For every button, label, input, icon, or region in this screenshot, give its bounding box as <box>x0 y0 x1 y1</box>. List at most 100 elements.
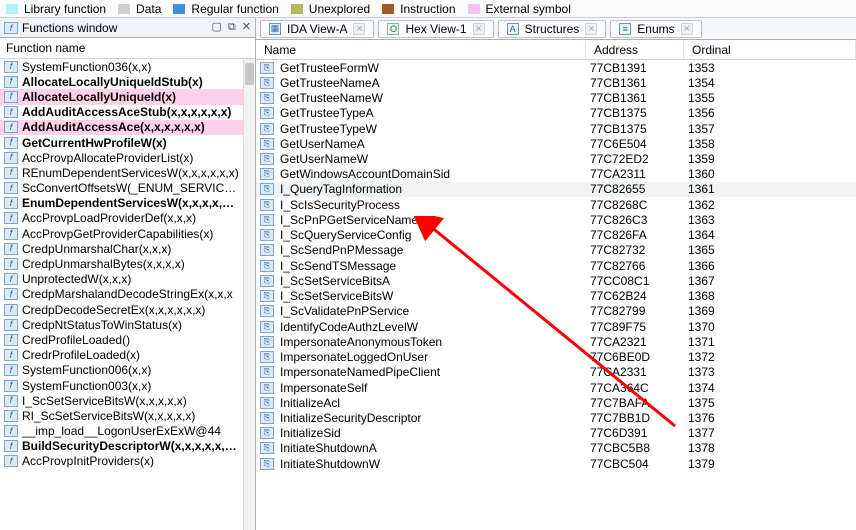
scrollbar-thumb[interactable] <box>245 63 254 85</box>
export-row[interactable]: ⎘GetTrusteeTypeW77CB13751357 <box>256 121 856 136</box>
function-row[interactable]: fCredpNtStatusToWinStatus(x) <box>0 317 255 332</box>
export-address: 77CB1361 <box>590 76 688 90</box>
export-name: IdentifyCodeAuthzLevelW <box>280 320 590 334</box>
function-row[interactable]: fCredpUnmarshalChar(x,x,x) <box>0 241 255 256</box>
export-row[interactable]: ⎘I_ScValidatePnPService77C827991369 <box>256 304 856 319</box>
tab-close-icon[interactable]: × <box>681 23 693 35</box>
export-row[interactable]: ⎘I_QueryTagInformation77C826551361 <box>256 182 856 197</box>
tab-close-icon[interactable]: × <box>585 23 597 35</box>
struct-icon: A <box>507 23 519 35</box>
func-icon: f <box>4 258 18 270</box>
export-icon: ⎘ <box>260 92 274 104</box>
export-ordinal: 1363 <box>688 213 856 227</box>
function-name: CredpUnmarshalChar(x,x,x) <box>22 242 171 256</box>
functions-column-header[interactable]: Function name <box>0 38 255 59</box>
function-row[interactable]: fUnprotectedW(x,x,x) <box>0 272 255 287</box>
tab-close-icon[interactable]: × <box>473 23 485 35</box>
export-row[interactable]: ⎘GetUserNameA77C6E5041358 <box>256 136 856 151</box>
export-row[interactable]: ⎘I_ScSendPnPMessage77C827321365 <box>256 243 856 258</box>
function-row[interactable]: f__imp_load__LogonUserExExW@44 <box>0 424 255 439</box>
function-row[interactable]: fAccProvpGetProviderCapabilities(x) <box>0 226 255 241</box>
function-row[interactable]: fAllocateLocallyUniqueId(x) <box>0 89 255 104</box>
export-row[interactable]: ⎘InitializeAcl77C7BAFA1375 <box>256 395 856 410</box>
export-row[interactable]: ⎘ImpersonateAnonymousToken77CA23211371 <box>256 334 856 349</box>
export-row[interactable]: ⎘InitializeSecurityDescriptor77C7BB1D137… <box>256 410 856 425</box>
export-row[interactable]: ⎘I_ScSetServiceBitsW77C62B241368 <box>256 289 856 304</box>
export-icon: ⎘ <box>260 107 274 119</box>
tab-struct[interactable]: AStructures× <box>498 20 607 38</box>
func-icon: f <box>4 395 18 407</box>
export-row[interactable]: ⎘I_ScIsSecurityProcess77C8268C1362 <box>256 197 856 212</box>
export-row[interactable]: ⎘GetUserNameW77C72ED21359 <box>256 151 856 166</box>
export-icon: ⎘ <box>260 321 274 333</box>
func-icon: f <box>4 304 18 316</box>
export-row[interactable]: ⎘I_ScSetServiceBitsA77CC08C11367 <box>256 273 856 288</box>
export-row[interactable]: ⎘IdentifyCodeAuthzLevelW77C89F751370 <box>256 319 856 334</box>
functions-list[interactable]: fSystemFunction036(x,x)fAllocateLocallyU… <box>0 59 255 530</box>
function-row[interactable]: fCredpUnmarshalBytes(x,x,x,x) <box>0 256 255 271</box>
export-ordinal: 1365 <box>688 243 856 257</box>
exports-list[interactable]: ⎘GetTrusteeFormW77CB13911353⎘GetTrusteeN… <box>256 60 856 530</box>
export-row[interactable]: ⎘GetTrusteeFormW77CB13911353 <box>256 60 856 75</box>
column-address[interactable]: Address <box>586 41 684 59</box>
export-row[interactable]: ⎘InitiateShutdownW77CBC5041379 <box>256 456 856 471</box>
export-address: 77C7BAFA <box>590 396 688 410</box>
export-row[interactable]: ⎘GetTrusteeTypeA77CB13751356 <box>256 106 856 121</box>
tab-ida[interactable]: ▦IDA View-A× <box>260 20 374 38</box>
function-row[interactable]: fAddAuditAccessAce(x,x,x,x,x,x) <box>0 120 255 135</box>
panel-undock-icon[interactable]: ▢ <box>212 22 222 33</box>
column-ordinal[interactable]: Ordinal <box>684 41 856 59</box>
legend-chip-library <box>6 4 18 14</box>
tab-hex[interactable]: OHex View-1× <box>378 20 493 38</box>
function-row[interactable]: fCredrProfileLoaded(x) <box>0 348 255 363</box>
export-row[interactable]: ⎘I_ScSendTSMessage77C827661366 <box>256 258 856 273</box>
function-row[interactable]: fAllocateLocallyUniqueIdStub(x) <box>0 74 255 89</box>
scrollbar-track[interactable] <box>243 59 255 530</box>
export-row[interactable]: ⎘GetWindowsAccountDomainSid77CA23111360 <box>256 167 856 182</box>
export-icon: ⎘ <box>260 458 274 470</box>
function-row[interactable]: fCredpDecodeSecretEx(x,x,x,x,x,x) <box>0 302 255 317</box>
export-row[interactable]: ⎘InitializeSid77C6D3911377 <box>256 426 856 441</box>
function-name: SystemFunction036(x,x) <box>22 60 151 74</box>
export-name: I_ScSendTSMessage <box>280 259 590 273</box>
export-address: 77CA2331 <box>590 365 688 379</box>
export-ordinal: 1376 <box>688 411 856 425</box>
export-row[interactable]: ⎘I_ScPnPGetServiceName77C826C31363 <box>256 212 856 227</box>
panel-maximize-icon[interactable]: ⧉ <box>228 22 236 33</box>
function-row[interactable]: fI_ScSetServiceBitsW(x,x,x,x,x) <box>0 393 255 408</box>
function-row[interactable]: fRI_ScSetServiceBitsW(x,x,x,x,x) <box>0 408 255 423</box>
func-icon: f <box>4 349 18 361</box>
function-row[interactable]: fAccProvpInitProviders(x) <box>0 454 255 469</box>
export-name: GetTrusteeNameW <box>280 91 590 105</box>
function-row[interactable]: fAddAuditAccessAceStub(x,x,x,x,x,x) <box>0 105 255 120</box>
export-row[interactable]: ⎘InitiateShutdownA77CBC5B81378 <box>256 441 856 456</box>
function-row[interactable]: fSystemFunction036(x,x) <box>0 59 255 74</box>
tab-close-icon[interactable]: × <box>353 23 365 35</box>
function-row[interactable]: fSystemFunction006(x,x) <box>0 363 255 378</box>
export-row[interactable]: ⎘GetTrusteeNameW77CB13611355 <box>256 90 856 105</box>
export-ordinal: 1356 <box>688 106 856 120</box>
column-name[interactable]: Name <box>256 41 586 59</box>
function-row[interactable]: fAccProvpAllocateProviderList(x) <box>0 150 255 165</box>
function-row[interactable]: fREnumDependentServicesW(x,x,x,x,x,x) <box>0 165 255 180</box>
export-row[interactable]: ⎘I_ScQueryServiceConfig77C826FA1364 <box>256 228 856 243</box>
function-name: __imp_load__LogonUserExExW@44 <box>22 424 221 438</box>
function-row[interactable]: fAccProvpLoadProviderDef(x,x,x) <box>0 211 255 226</box>
function-row[interactable]: fBuildSecurityDescriptorW(x,x,x,x,x,x,x <box>0 439 255 454</box>
export-row[interactable]: ⎘ImpersonateSelf77CA364C1374 <box>256 380 856 395</box>
export-icon: ⎘ <box>260 214 274 226</box>
function-row[interactable]: fScConvertOffsetsW(_ENUM_SERVICE_ST <box>0 181 255 196</box>
function-row[interactable]: fEnumDependentServicesW(x,x,x,x,x,x) <box>0 196 255 211</box>
export-address: 77C82799 <box>590 304 688 318</box>
function-row[interactable]: fSystemFunction003(x,x) <box>0 378 255 393</box>
export-row[interactable]: ⎘GetTrusteeNameA77CB13611354 <box>256 75 856 90</box>
function-row[interactable]: fCredpMarshalandDecodeStringEx(x,x,x <box>0 287 255 302</box>
tab-enum[interactable]: ≡Enums× <box>610 20 701 38</box>
panel-close-icon[interactable]: ✕ <box>242 22 251 33</box>
function-row[interactable]: fGetCurrentHwProfileW(x) <box>0 135 255 150</box>
export-row[interactable]: ⎘ImpersonateNamedPipeClient77CA23311373 <box>256 365 856 380</box>
function-row[interactable]: fCredProfileLoaded() <box>0 332 255 347</box>
function-name: GetCurrentHwProfileW(x) <box>22 136 167 150</box>
export-row[interactable]: ⎘ImpersonateLoggedOnUser77C6BE0D1372 <box>256 349 856 364</box>
export-address: 77C89F75 <box>590 320 688 334</box>
